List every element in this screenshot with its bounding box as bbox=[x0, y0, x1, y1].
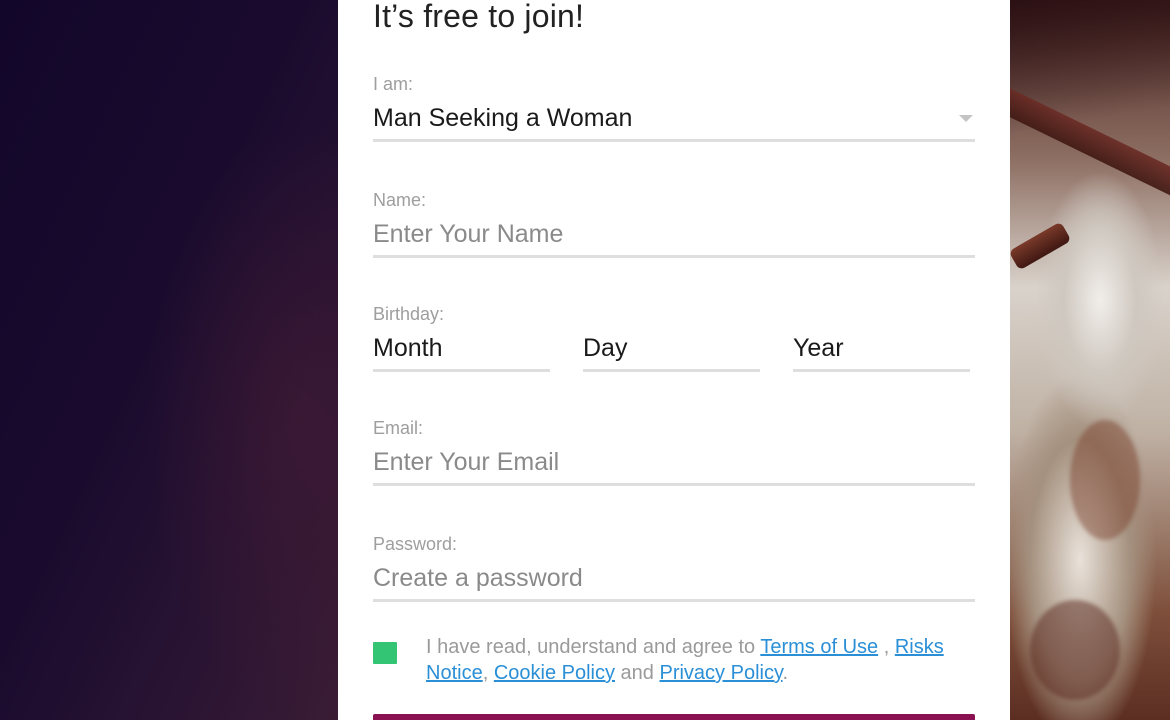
name-label: Name: bbox=[373, 190, 427, 210]
email-input[interactable]: Enter Your Email bbox=[373, 447, 975, 486]
email-input-placeholder: Enter Your Email bbox=[373, 448, 560, 476]
birthday-field: Birthday: Month Day Year bbox=[373, 303, 975, 372]
consent-separator: and bbox=[615, 662, 660, 684]
birthday-year-value: Year bbox=[793, 334, 844, 362]
name-input[interactable]: Enter Your Name bbox=[373, 219, 975, 258]
seeking-label: I am: bbox=[373, 74, 414, 94]
name-field: Name: Enter Your Name bbox=[373, 189, 975, 258]
consent-text-end: . bbox=[782, 662, 789, 684]
birthday-selects: Month Day Year bbox=[373, 333, 975, 372]
birthday-label: Birthday: bbox=[373, 304, 445, 324]
name-input-placeholder: Enter Your Name bbox=[373, 220, 564, 248]
consent-separator: , bbox=[482, 662, 494, 684]
birthday-day-select[interactable]: Day bbox=[583, 333, 760, 372]
submit-button[interactable] bbox=[373, 714, 975, 720]
background-pole-decoration bbox=[984, 81, 1170, 202]
consent-text-before: I have read, understand and agree to bbox=[426, 636, 761, 658]
privacy-policy-link[interactable]: Privacy Policy bbox=[659, 662, 782, 684]
background-patch bbox=[1030, 600, 1120, 700]
form-title: It’s free to join! bbox=[373, 0, 585, 34]
birthday-day-value: Day bbox=[583, 334, 628, 362]
email-label: Email: bbox=[373, 418, 424, 438]
consent-checkbox[interactable] bbox=[373, 642, 397, 664]
birthday-month-select[interactable]: Month bbox=[373, 333, 550, 372]
consent-text: I have read, understand and agree to Ter… bbox=[426, 634, 986, 686]
seeking-select-value: Man Seeking a Woman bbox=[373, 104, 633, 132]
background-right-photo bbox=[984, 0, 1170, 720]
birthday-month-value: Month bbox=[373, 334, 443, 362]
birthday-year-select[interactable]: Year bbox=[793, 333, 970, 372]
seeking-select[interactable]: Man Seeking a Woman bbox=[373, 103, 975, 142]
terms-of-use-link[interactable]: Terms of Use bbox=[760, 636, 878, 658]
password-input[interactable]: Create a password bbox=[373, 563, 975, 602]
signup-form-card: It’s free to join! I am: Man Seeking a W… bbox=[338, 0, 1010, 720]
chevron-down-icon bbox=[959, 115, 973, 122]
password-field: Password: Create a password bbox=[373, 533, 975, 602]
password-input-placeholder: Create a password bbox=[373, 564, 583, 592]
background-patch bbox=[1070, 420, 1140, 540]
consent-separator: , bbox=[878, 636, 895, 658]
password-label: Password: bbox=[373, 534, 458, 554]
seeking-field: I am: Man Seeking a Woman bbox=[373, 73, 975, 142]
background-pole-decoration-2 bbox=[1008, 221, 1072, 271]
email-field: Email: Enter Your Email bbox=[373, 417, 975, 486]
background-left-photo bbox=[0, 0, 340, 720]
cookie-policy-link[interactable]: Cookie Policy bbox=[494, 662, 615, 684]
